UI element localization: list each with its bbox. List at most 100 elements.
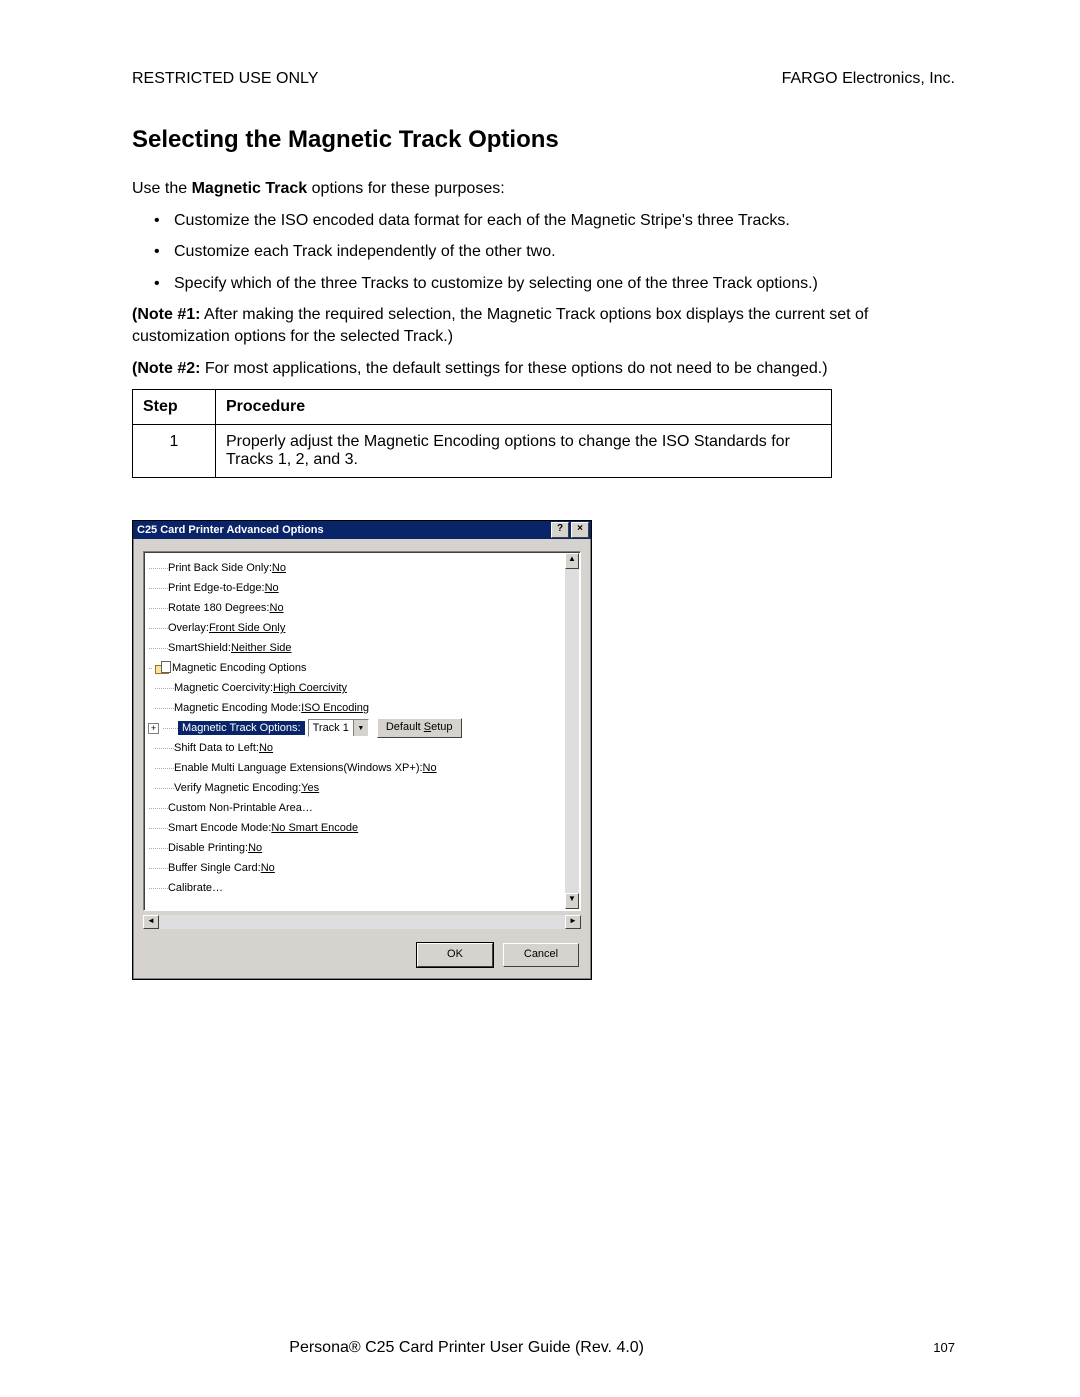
scrollbar-track[interactable]: [159, 915, 565, 929]
tree-connector-icon: ··········: [148, 563, 168, 573]
tree-item-label: Magnetic Encoding Mode:: [174, 702, 301, 714]
help-button[interactable]: ?: [551, 522, 569, 538]
options-tree[interactable]: ··········Print Back Side Only: No ·····…: [143, 551, 581, 911]
tree-item[interactable]: ··········Print Edge-to-Edge: No: [148, 578, 562, 598]
tree-connector-icon: ··········: [148, 843, 168, 853]
folder-icon: [155, 663, 169, 674]
tree-item-label: Enable Multi Language Extensions(Windows…: [174, 762, 423, 774]
note-1-body: After making the required selection, the…: [132, 306, 868, 345]
bullet-item: Customize each Track independently of th…: [174, 241, 955, 263]
col-step: Step: [133, 390, 216, 425]
note-1-label: (Note #1:: [132, 306, 200, 323]
dialog-titlebar[interactable]: C25 Card Printer Advanced Options ? ×: [133, 521, 591, 539]
tree-item[interactable]: ··········SmartShield: Neither Side: [148, 638, 562, 658]
tree-connector-icon: ··········: [148, 863, 168, 873]
tree-item[interactable]: ··········Buffer Single Card: No: [148, 858, 562, 878]
tree-item[interactable]: ··········Verify Magnetic Encoding: Yes: [148, 778, 562, 798]
ok-button[interactable]: OK: [417, 943, 493, 967]
vertical-scrollbar[interactable]: ▲ ▼: [565, 553, 579, 909]
intro-bold: Magnetic Track: [192, 180, 308, 197]
tree-connector-icon: ··········: [148, 683, 174, 693]
tree-connector-icon: ··········: [148, 763, 174, 773]
col-procedure: Procedure: [216, 390, 832, 425]
scroll-left-icon[interactable]: ◄: [143, 915, 159, 929]
intro-text: Use the Magnetic Track options for these…: [132, 178, 955, 200]
footer-text: Persona® C25 Card Printer User Guide (Re…: [0, 1339, 933, 1357]
scroll-right-icon[interactable]: ►: [565, 915, 581, 929]
tree-item[interactable]: ··········Print Back Side Only: No: [148, 558, 562, 578]
scroll-up-icon[interactable]: ▲: [565, 553, 579, 569]
tree-item-value: Yes: [301, 782, 319, 794]
tree-item-label: Shift Data to Left:: [174, 742, 259, 754]
table-row: 1 Properly adjust the Magnetic Encoding …: [133, 425, 832, 478]
track-combo[interactable]: Track 1 ▼: [308, 719, 369, 737]
dialog-title: C25 Card Printer Advanced Options: [137, 524, 549, 536]
tree-item-selected[interactable]: + ········ Magnetic Track Options: Track…: [148, 718, 562, 738]
intro-a: Use the: [132, 180, 192, 197]
note-1: (Note #1: After making the required sele…: [132, 304, 955, 347]
tree-folder-label: Magnetic Encoding Options: [172, 662, 307, 674]
tree-item-label: Custom Non-Printable Area…: [168, 802, 313, 814]
tree-item-value: No: [261, 862, 275, 874]
tree-connector-icon: ··········: [148, 803, 168, 813]
tree-item-label: Verify Magnetic Encoding:: [174, 782, 301, 794]
tree-item-value: No: [270, 602, 284, 614]
cancel-button[interactable]: Cancel: [503, 943, 579, 967]
tree-item-label: Buffer Single Card:: [168, 862, 261, 874]
tree-item-value: No: [259, 742, 273, 754]
dialog-screenshot: C25 Card Printer Advanced Options ? × ··…: [132, 520, 955, 980]
note-2: (Note #2: For most applications, the def…: [132, 358, 955, 380]
tree-item[interactable]: ··········Custom Non-Printable Area…: [148, 798, 562, 818]
tree-item[interactable]: ··········Shift Data to Left: No: [148, 738, 562, 758]
tree-item[interactable]: ··········Calibrate…: [148, 878, 562, 898]
tree-item-label: Smart Encode Mode:: [168, 822, 271, 834]
tree-connector-icon: ··········: [148, 643, 168, 653]
tree-item-value: No: [265, 582, 279, 594]
tree-item-value: No: [272, 562, 286, 574]
tree-item-value: High Coercivity: [273, 682, 347, 694]
chevron-down-icon[interactable]: ▼: [353, 720, 368, 736]
tree-item-label: Magnetic Coercivity:: [174, 682, 273, 694]
procedure-table: Step Procedure 1 Properly adjust the Mag…: [132, 389, 832, 478]
tree-connector-icon: ··········: [148, 883, 168, 893]
header-left: RESTRICTED USE ONLY: [132, 70, 318, 88]
scroll-down-icon[interactable]: ▼: [565, 893, 579, 909]
tree-item[interactable]: ··········Enable Multi Language Extensio…: [148, 758, 562, 778]
tree-item-label: Calibrate…: [168, 882, 223, 894]
tree-item-label: Rotate 180 Degrees:: [168, 602, 270, 614]
tree-item[interactable]: ··········Magnetic Coercivity: High Coer…: [148, 678, 562, 698]
scrollbar-track[interactable]: [565, 569, 579, 893]
tree-item-value: No Smart Encode: [271, 822, 358, 834]
tree-connector-icon: ··········: [148, 703, 174, 713]
horizontal-scrollbar[interactable]: ◄ ►: [143, 915, 581, 929]
cell-procedure: Properly adjust the Magnetic Encoding op…: [216, 425, 832, 478]
tree-item-value: No: [248, 842, 262, 854]
header-right: FARGO Electronics, Inc.: [782, 70, 955, 88]
tree-connector-icon: ········: [162, 723, 178, 733]
tree-item[interactable]: ··········Magnetic Encoding Mode: ISO En…: [148, 698, 562, 718]
close-button[interactable]: ×: [571, 522, 589, 538]
page-header: RESTRICTED USE ONLY FARGO Electronics, I…: [132, 70, 955, 88]
tree-connector-icon: ··········: [148, 823, 168, 833]
tree-item-label: SmartShield:: [168, 642, 231, 654]
tree-item[interactable]: ··········Overlay: Front Side Only: [148, 618, 562, 638]
tree-item[interactable]: ··········Disable Printing: No: [148, 838, 562, 858]
note-2-label: (Note #2:: [132, 360, 200, 377]
tree-connector-icon: ··········: [148, 583, 168, 593]
tree-connector-icon: ··········: [148, 623, 168, 633]
tree-item[interactable]: ··········Rotate 180 Degrees: No: [148, 598, 562, 618]
tree-item-value: Neither Side: [231, 642, 292, 654]
tree-connector-icon: ··········: [148, 743, 174, 753]
tree-item-label: Print Edge-to-Edge:: [168, 582, 265, 594]
cell-step: 1: [133, 425, 216, 478]
tree-item[interactable]: ··········Smart Encode Mode: No Smart En…: [148, 818, 562, 838]
tree-item-label: Disable Printing:: [168, 842, 248, 854]
tree-connector-icon: ··········: [148, 603, 168, 613]
bullet-list: Customize the ISO encoded data format fo…: [132, 210, 955, 295]
tree-folder[interactable]: ·· Magnetic Encoding Options: [148, 658, 562, 678]
default-setup-button[interactable]: Default Setup: [377, 718, 462, 738]
intro-b: options for these purposes:: [307, 180, 504, 197]
expand-icon[interactable]: +: [148, 723, 159, 734]
page-number: 107: [933, 1340, 955, 1355]
table-header-row: Step Procedure: [133, 390, 832, 425]
